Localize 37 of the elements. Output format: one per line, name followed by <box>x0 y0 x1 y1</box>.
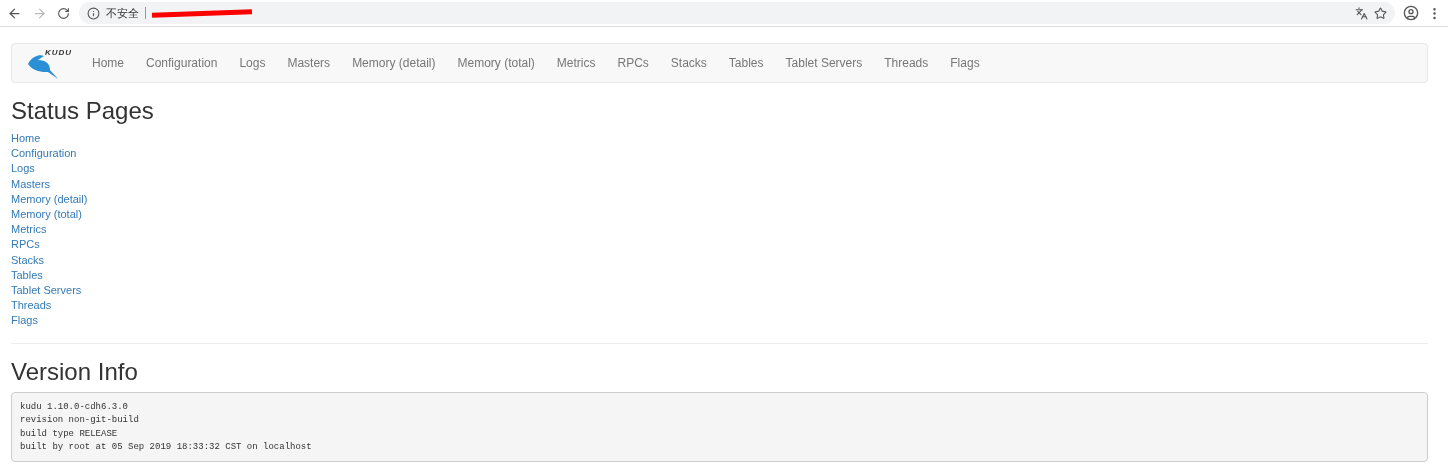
address-bar[interactable]: 不安全 <box>79 2 1395 24</box>
nav-link[interactable]: Masters <box>276 54 342 72</box>
translate-icon[interactable] <box>1355 6 1368 20</box>
logo-text: KUDU <box>45 47 73 59</box>
nav-link[interactable]: Threads <box>873 54 940 72</box>
nav-link[interactable]: RPCs <box>606 54 660 72</box>
nav-link[interactable]: Memory (detail) <box>341 54 447 72</box>
nav-link[interactable]: Metrics <box>545 54 607 72</box>
status-link[interactable]: Configuration <box>11 146 77 162</box>
status-link[interactable]: Memory (total) <box>11 207 82 223</box>
nav-link[interactable]: Stacks <box>659 54 718 72</box>
status-link[interactable]: Tables <box>11 267 43 284</box>
status-link[interactable]: RPCs <box>11 237 40 253</box>
security-label: 不安全 <box>106 5 139 21</box>
status-link[interactable]: Memory (detail) <box>11 191 88 207</box>
page-heading: Status Pages <box>11 97 155 125</box>
profile-icon[interactable] <box>1403 5 1419 21</box>
reload-button[interactable] <box>56 5 71 21</box>
section-heading: Version Info <box>11 357 139 386</box>
nav-link[interactable]: Tablet Servers <box>774 54 874 72</box>
status-link[interactable]: Metrics <box>11 222 47 238</box>
status-link[interactable]: Tablet Servers <box>11 283 82 299</box>
nav-link[interactable]: Flags <box>939 54 991 72</box>
version-info-block: kudu 1.10.0-cdh6.3.0 revision non-git-build build type RELEASE built by root at 05 Sep 2019 18:33:32 CST on localhost <box>11 391 1428 462</box>
status-link[interactable]: Flags <box>11 313 38 329</box>
status-link[interactable]: Masters <box>11 176 51 192</box>
bookmark-star-icon[interactable] <box>1374 6 1387 20</box>
info-icon <box>87 6 100 20</box>
nav-link[interactable]: Memory (total) <box>446 54 546 72</box>
nav-link[interactable]: Logs <box>228 54 277 72</box>
nav-link[interactable]: Configuration <box>135 54 229 72</box>
status-link[interactable]: Stacks <box>11 252 44 268</box>
nav-link[interactable]: Tables <box>717 54 775 72</box>
nav-link[interactable]: Home <box>81 54 135 72</box>
status-link[interactable]: Home <box>11 131 41 147</box>
status-link[interactable]: Threads <box>11 298 52 314</box>
status-link[interactable]: Logs <box>11 161 35 177</box>
